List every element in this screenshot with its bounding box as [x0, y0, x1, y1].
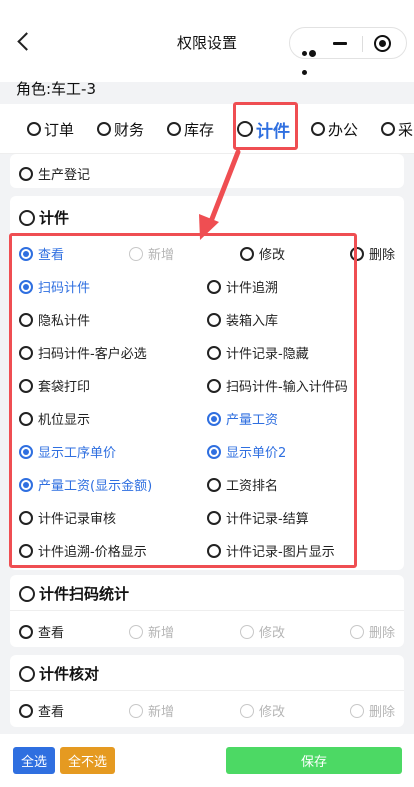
minimize-icon[interactable] [333, 42, 347, 45]
op-delete[interactable]: 删除 [350, 622, 395, 641]
radio-icon [240, 624, 254, 639]
option-label: 修改 [259, 626, 286, 641]
section-title-label: 计件扫码统计 [39, 585, 130, 603]
option-label: 删除 [369, 626, 396, 641]
radio-icon [311, 122, 325, 136]
tab-office[interactable]: 办公 [311, 118, 358, 140]
check-card: 计件核对 查看 新增 修改 删除 [10, 655, 404, 727]
select-none-button[interactable]: 全不选 [60, 747, 115, 774]
option-label: 删除 [369, 248, 396, 263]
option-label: 新增 [148, 626, 175, 641]
radio-icon [27, 122, 41, 136]
option-label: 生产登记 [38, 168, 91, 183]
tab-label: 库存 [184, 120, 215, 139]
op-view[interactable]: 查看 [19, 701, 64, 720]
save-button[interactable]: 保存 [226, 747, 402, 774]
scan-stats-card: 计件扫码统计 查看 新增 修改 删除 [10, 575, 404, 647]
option-label: 新增 [148, 705, 175, 720]
tab-label: 办公 [328, 120, 359, 139]
tab-inventory[interactable]: 库存 [167, 118, 214, 140]
section-title-piecework[interactable]: 计件 [19, 207, 69, 228]
section-title-label: 计件 [39, 209, 70, 227]
tab-finance[interactable]: 财务 [97, 118, 144, 140]
option-label: 删除 [369, 705, 396, 720]
nav-bar: 权限设置 角色:车工-3 [0, 0, 414, 98]
radio-icon [350, 703, 364, 718]
radio-icon [240, 703, 254, 718]
capsule-divider [362, 36, 363, 52]
radio-icon [19, 209, 35, 226]
bottom-bar: 全选 全不选 保存 [0, 734, 414, 787]
radio-icon [19, 166, 33, 181]
tab-label: 财务 [114, 120, 145, 139]
radio-icon [350, 624, 364, 639]
op-add[interactable]: 新增 [129, 622, 174, 641]
close-icon[interactable] [374, 35, 391, 52]
op-edit[interactable]: 修改 [240, 701, 285, 720]
radio-icon [97, 122, 111, 136]
option-label: 修改 [259, 705, 286, 720]
tab-label: 订单 [44, 120, 75, 139]
tab-order[interactable]: 订单 [27, 118, 74, 140]
option-label: 查看 [38, 705, 65, 720]
radio-icon [129, 624, 143, 639]
op-delete[interactable]: 删除 [350, 701, 395, 720]
divider [10, 610, 404, 611]
section-title-scan-stats[interactable]: 计件扫码统计 [19, 583, 129, 604]
role-label: 角色:车工-3 [16, 80, 97, 98]
tab-label: 采 [398, 120, 414, 139]
radio-icon [19, 585, 35, 602]
op-view[interactable]: 查看 [19, 622, 64, 641]
tab-purchase[interactable]: 采 [381, 118, 413, 140]
option-production-register[interactable]: 生产登记 [19, 164, 90, 183]
radio-icon [381, 122, 395, 136]
select-all-button[interactable]: 全选 [13, 747, 55, 774]
option-label: 查看 [38, 626, 65, 641]
op-edit[interactable]: 修改 [240, 622, 285, 641]
more-icon[interactable] [302, 41, 324, 75]
radio-icon [19, 624, 33, 639]
highlight-box-options [9, 233, 357, 568]
radio-icon [19, 665, 35, 682]
radio-icon [19, 703, 33, 718]
divider [10, 690, 404, 691]
op-add[interactable]: 新增 [129, 701, 174, 720]
radio-icon [129, 703, 143, 718]
radio-icon [167, 122, 181, 136]
production-card: 生产登记 [10, 154, 404, 188]
section-title-label: 计件核对 [39, 665, 100, 683]
section-title-check[interactable]: 计件核对 [19, 663, 99, 684]
highlight-box-tab [233, 102, 298, 150]
mini-program-capsule [289, 27, 407, 75]
category-tabs: 订单 财务 库存 计件 办公 采 [0, 104, 414, 154]
